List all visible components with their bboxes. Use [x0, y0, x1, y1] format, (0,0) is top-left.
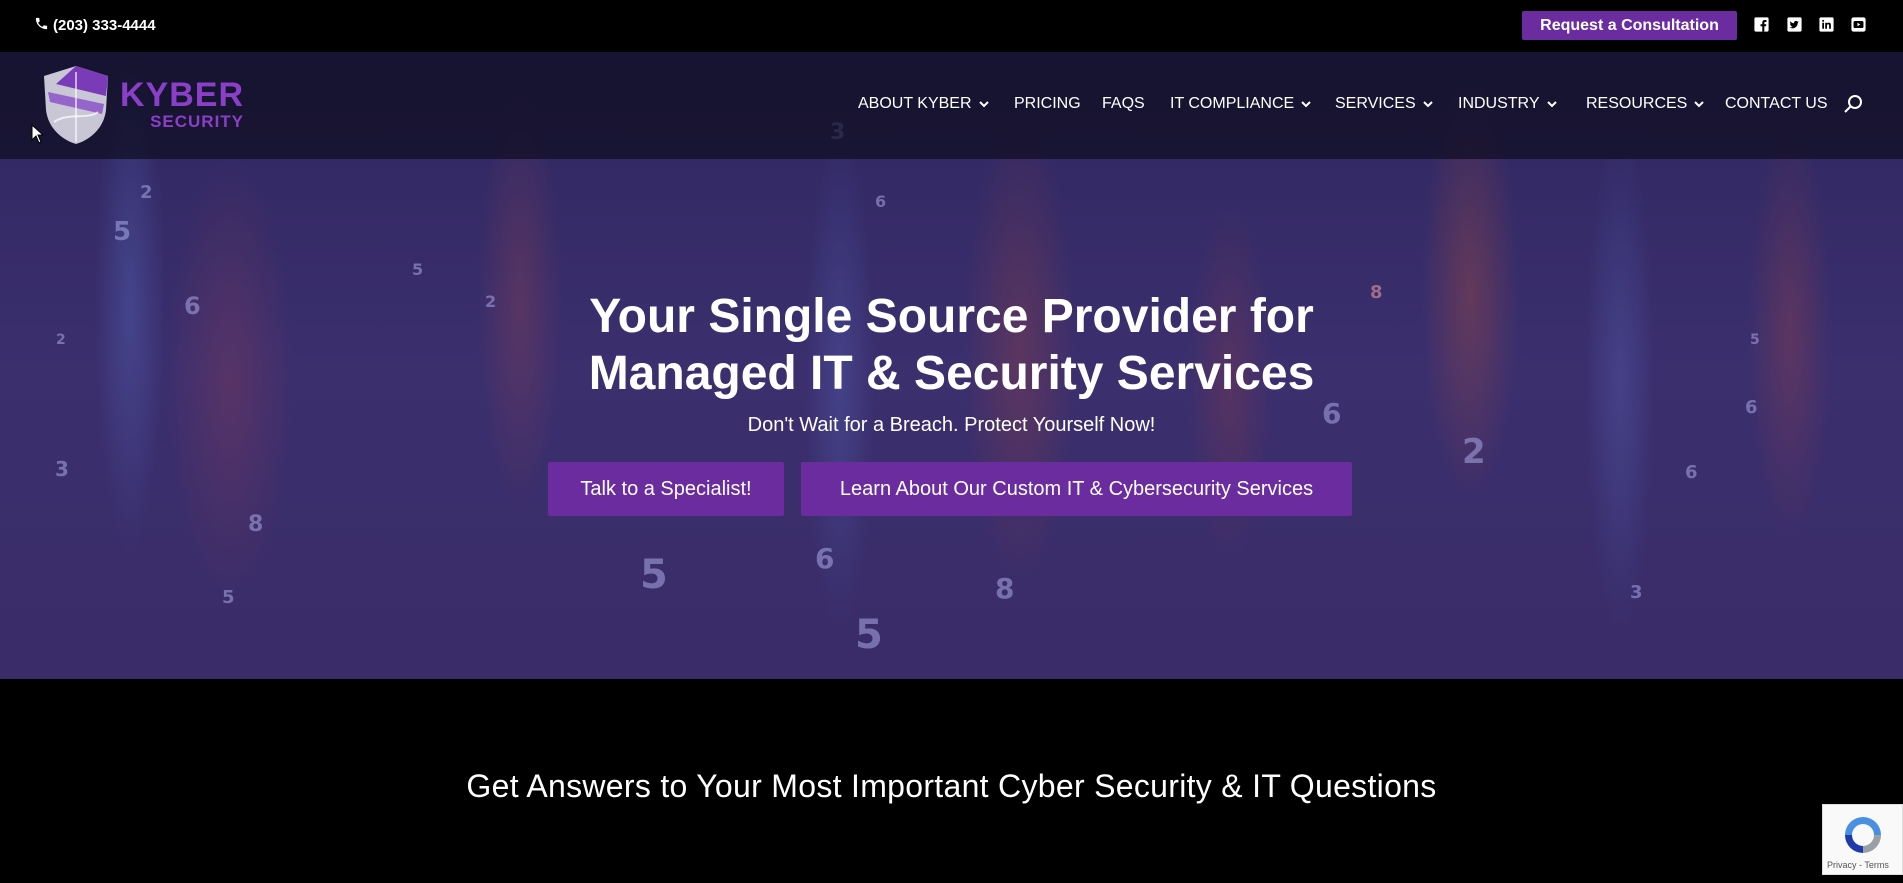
nav-item-pricing[interactable]: PRICING [1014, 95, 1081, 113]
chevron-down-icon [1546, 101, 1557, 108]
hero-subtitle: Don't Wait for a Breach. Protect Yoursel… [747, 414, 1156, 436]
questions-heading: Get Answers to Your Most Important Cyber… [466, 768, 1437, 804]
top-bar: (203) 333-4444 Request a Consultation [0, 0, 1903, 52]
phone-link[interactable]: (203) 333-4444 [34, 16, 156, 35]
nav-item-label: RESOURCES [1586, 95, 1688, 112]
nav-item-services[interactable]: SERVICES [1335, 95, 1433, 113]
chevron-down-icon [978, 101, 989, 108]
phone-number: (203) 333-4444 [53, 17, 156, 34]
nav-item-label: IT COMPLIANCE [1170, 95, 1295, 112]
kyber-logo[interactable]: KYBER SECURITY [38, 64, 248, 144]
shield-logo-icon [44, 66, 108, 144]
nav-item-label: PRICING [1014, 95, 1081, 112]
nav-item-label: INDUSTRY [1458, 95, 1540, 112]
hero-title-line-1: Your Single Source Provider for [589, 290, 1314, 343]
nav-item-label: FAQS [1102, 95, 1145, 112]
chevron-down-icon [1422, 101, 1433, 108]
facebook-icon[interactable] [1753, 16, 1770, 33]
youtube-icon[interactable] [1850, 16, 1867, 33]
recaptcha-badge[interactable]: Privacy - Terms [1822, 804, 1903, 875]
nav-item-industry[interactable]: INDUSTRY [1458, 95, 1557, 113]
nav-item-faqs[interactable]: FAQS [1102, 95, 1145, 113]
main-navigation: KYBER SECURITY ABOUT KYBER PRICING FAQS … [0, 52, 1903, 159]
nav-item-contact-us[interactable]: CONTACT US [1725, 95, 1828, 113]
nav-item-label: SERVICES [1335, 95, 1416, 112]
logo-kyber-text: KYBER [120, 76, 245, 114]
nav-item-about-kyber[interactable]: ABOUT KYBER [858, 95, 989, 113]
nav-item-resources[interactable]: RESOURCES [1586, 95, 1705, 113]
recaptcha-privacy-terms[interactable]: Privacy - Terms [1827, 860, 1889, 870]
nav-item-it-compliance[interactable]: IT COMPLIANCE [1170, 95, 1311, 113]
hero-title-line-2: Managed IT & Security Services [588, 347, 1315, 400]
recaptcha-icon [1845, 817, 1881, 853]
talk-to-specialist-button[interactable]: Talk to a Specialist! [548, 462, 784, 516]
logo-security-text: SECURITY [150, 112, 245, 131]
mouse-cursor-icon [31, 124, 45, 144]
chevron-down-icon [1694, 101, 1705, 108]
request-consultation-button[interactable]: Request a Consultation [1522, 11, 1737, 40]
linkedin-icon[interactable] [1818, 16, 1835, 33]
nav-item-label: ABOUT KYBER [858, 95, 972, 112]
phone-icon [34, 16, 49, 35]
learn-about-services-button[interactable]: Learn About Our Custom IT & Cybersecurit… [801, 462, 1352, 516]
nav-item-label: CONTACT US [1725, 95, 1828, 112]
hero-title: Your Single Source Provider for Managed … [0, 288, 1903, 402]
twitter-icon[interactable] [1786, 16, 1803, 33]
search-icon[interactable] [1843, 94, 1863, 114]
chevron-down-icon [1301, 101, 1311, 108]
